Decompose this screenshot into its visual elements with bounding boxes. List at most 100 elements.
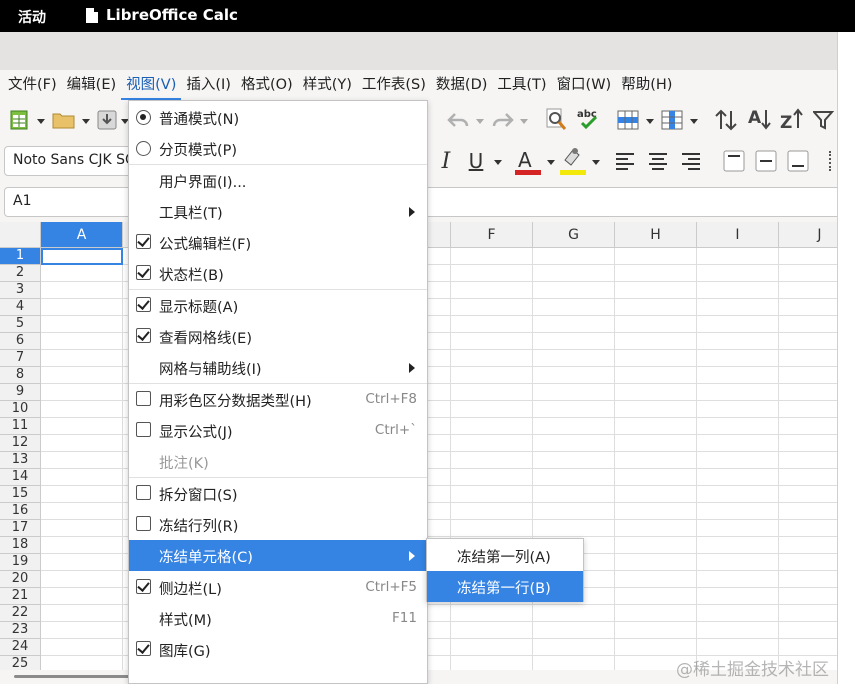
column-header[interactable]: I xyxy=(697,222,779,248)
autofilter-icon[interactable] xyxy=(812,108,836,132)
row-header[interactable]: 15 xyxy=(0,486,41,503)
row-header[interactable]: 6 xyxy=(0,333,41,350)
checkbox[interactable] xyxy=(136,391,151,406)
align-middle-icon[interactable] xyxy=(754,149,778,173)
sort-ascending-icon[interactable]: A xyxy=(747,106,773,132)
menu-3[interactable]: 插入(I) xyxy=(181,70,236,100)
save-icon[interactable] xyxy=(96,110,118,130)
menu-10[interactable]: 帮助(H) xyxy=(616,70,677,100)
column-header[interactable]: J xyxy=(779,222,837,248)
chevron-down-icon[interactable] xyxy=(82,119,90,124)
redo-icon[interactable] xyxy=(491,109,515,131)
chevron-down-icon[interactable] xyxy=(520,119,528,124)
menu-6[interactable]: 工作表(S) xyxy=(357,70,431,100)
view-menu-item[interactable]: 冻结单元格(C) xyxy=(129,540,427,571)
row-header[interactable]: 11 xyxy=(0,418,41,435)
view-menu-item[interactable]: 图库(G) xyxy=(129,634,427,665)
view-menu-item[interactable]: 普通模式(N) xyxy=(129,102,427,133)
checkbox[interactable] xyxy=(136,265,151,280)
active-cell-cursor[interactable] xyxy=(41,248,123,265)
checkbox[interactable] xyxy=(136,579,151,594)
underline-icon[interactable]: U xyxy=(465,148,487,174)
view-menu-item[interactable]: 用彩色区分数据类型(H) Ctrl+F8 xyxy=(129,384,427,415)
view-menu-item[interactable]: 显示标题(A) xyxy=(129,290,427,321)
row-header[interactable]: 17 xyxy=(0,520,41,537)
align-bottom-icon[interactable] xyxy=(786,149,810,173)
view-menu-item[interactable]: 公式编辑栏(F) xyxy=(129,227,427,258)
checkbox[interactable] xyxy=(136,485,151,500)
row-header[interactable]: 25 xyxy=(0,656,41,670)
menu-2[interactable]: 视图(V) xyxy=(121,70,182,100)
row-header[interactable]: 4 xyxy=(0,299,41,316)
chevron-down-icon[interactable] xyxy=(547,160,555,165)
font-name-box[interactable]: Noto Sans CJK SC xyxy=(4,146,136,176)
chevron-down-icon[interactable] xyxy=(690,119,698,124)
row-header[interactable]: 19 xyxy=(0,554,41,571)
view-menu-item[interactable]: 分页模式(P) xyxy=(129,133,427,164)
row-header[interactable]: 14 xyxy=(0,469,41,486)
view-menu-item[interactable]: 查看网格线(E) xyxy=(129,321,427,352)
menu-8[interactable]: 工具(T) xyxy=(492,70,551,100)
row-header[interactable]: 23 xyxy=(0,622,41,639)
menu-7[interactable]: 数据(D) xyxy=(431,70,492,100)
freeze-submenu-item[interactable]: 冻结第一列(A) xyxy=(427,540,583,571)
row-header[interactable]: 10 xyxy=(0,401,41,418)
radio-button[interactable] xyxy=(136,141,151,156)
checkbox[interactable] xyxy=(136,516,151,531)
row-header[interactable]: 20 xyxy=(0,571,41,588)
view-menu-item[interactable]: 侧边栏(L) Ctrl+F5 xyxy=(129,572,427,603)
freeze-submenu-item[interactable]: 冻结第一行(B) xyxy=(427,571,583,602)
sort-descending-icon[interactable]: Z xyxy=(779,106,805,132)
row-header[interactable]: 2 xyxy=(0,265,41,282)
row-header[interactable]: 24 xyxy=(0,639,41,656)
align-left-icon[interactable] xyxy=(614,150,636,172)
row-header[interactable]: 13 xyxy=(0,452,41,469)
align-top-icon[interactable] xyxy=(722,149,746,173)
row-header[interactable]: 12 xyxy=(0,435,41,452)
select-all-corner[interactable] xyxy=(0,222,41,248)
app-menu[interactable]: LibreOffice Calc xyxy=(86,6,238,24)
view-menu-item[interactable]: 网格与辅助线(I) xyxy=(129,352,427,383)
radio-button[interactable] xyxy=(136,110,151,125)
row-header[interactable]: 22 xyxy=(0,605,41,622)
column-header[interactable]: G xyxy=(533,222,615,248)
column-icon[interactable] xyxy=(660,109,684,131)
row-header[interactable]: 3 xyxy=(0,282,41,299)
chevron-down-icon[interactable] xyxy=(494,160,502,165)
activities-button[interactable]: 活动 xyxy=(18,7,46,27)
checkbox[interactable] xyxy=(136,328,151,343)
align-right-icon[interactable] xyxy=(680,150,702,172)
row-header[interactable]: 18 xyxy=(0,537,41,554)
name-box[interactable]: A1 xyxy=(4,187,136,217)
checkbox[interactable] xyxy=(136,297,151,312)
chevron-down-icon[interactable] xyxy=(476,119,484,124)
highlight-icon[interactable] xyxy=(560,146,586,176)
view-menu-item[interactable]: 样式(M) F11 xyxy=(129,603,427,634)
view-menu-item[interactable]: 工具栏(T) xyxy=(129,196,427,227)
font-color-icon[interactable]: A xyxy=(515,146,541,176)
view-menu-item[interactable]: 状态栏(B) xyxy=(129,258,427,289)
toolbar-overflow-handle[interactable] xyxy=(829,151,832,171)
checkbox[interactable] xyxy=(136,422,151,437)
checkbox[interactable] xyxy=(136,234,151,249)
row-header[interactable]: 1 xyxy=(0,248,41,265)
menu-1[interactable]: 编辑(E) xyxy=(62,70,121,100)
row-header[interactable]: 9 xyxy=(0,384,41,401)
row-header[interactable]: 8 xyxy=(0,367,41,384)
row-header[interactable]: 16 xyxy=(0,503,41,520)
menu-0[interactable]: 文件(F) xyxy=(3,70,62,100)
menu-9[interactable]: 窗口(W) xyxy=(552,70,617,100)
align-center-icon[interactable] xyxy=(647,150,669,172)
view-menu-item[interactable]: 拆分窗口(S) xyxy=(129,478,427,509)
view-menu-item[interactable]: 显示公式(J) Ctrl+` xyxy=(129,415,427,446)
menu-4[interactable]: 格式(O) xyxy=(236,70,298,100)
row-icon[interactable] xyxy=(616,109,640,131)
spellcheck-icon[interactable]: abc xyxy=(576,106,602,132)
row-header[interactable]: 7 xyxy=(0,350,41,367)
chevron-down-icon[interactable] xyxy=(592,160,600,165)
view-menu-item[interactable]: 用户界面(I)... xyxy=(129,165,427,196)
sort-icon[interactable] xyxy=(713,108,739,132)
chevron-down-icon[interactable] xyxy=(37,119,45,124)
menu-5[interactable]: 样式(Y) xyxy=(298,70,357,100)
row-header[interactable]: 21 xyxy=(0,588,41,605)
